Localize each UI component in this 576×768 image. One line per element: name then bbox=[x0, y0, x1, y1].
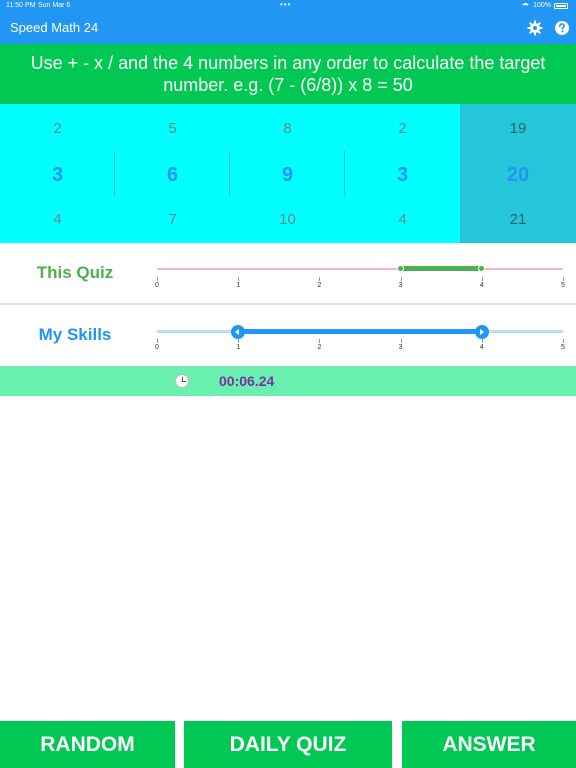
wheel-prev-value[interactable]: 5 bbox=[115, 120, 230, 137]
wheel-next-value[interactable]: 4 bbox=[0, 211, 115, 228]
this-quiz-row: This Quiz 0 1 2 3 4 5 bbox=[0, 243, 576, 305]
my-skills-range-fill bbox=[238, 329, 482, 334]
slider-tick-label: 3 bbox=[398, 282, 403, 289]
gear-icon[interactable] bbox=[527, 20, 543, 36]
number-wheel-1[interactable]: 2 3 4 bbox=[0, 104, 115, 243]
wifi-icon bbox=[521, 3, 531, 9]
status-right: 100% bbox=[521, 0, 568, 12]
slider-tick bbox=[563, 339, 564, 343]
wheel-next-value[interactable]: 7 bbox=[115, 211, 230, 228]
slider-tick bbox=[481, 339, 483, 343]
answer-button[interactable]: ANSWER bbox=[402, 721, 576, 768]
slider-tick bbox=[400, 339, 402, 343]
slider-tick-label: 5 bbox=[561, 282, 565, 289]
instruction-text: Use + - x / and the 4 numbers in any ord… bbox=[0, 44, 576, 104]
slider-tick-label: 1 bbox=[236, 344, 241, 351]
number-picker[interactable]: 2 3 4 5 6 7 8 9 10 2 3 4 19 20 21 bbox=[0, 104, 576, 243]
slider-tick-label: 3 bbox=[398, 344, 403, 351]
this-quiz-label: This Quiz bbox=[36, 263, 114, 282]
wheel-selected-value[interactable]: 9 bbox=[230, 164, 345, 187]
number-wheel-4[interactable]: 2 3 4 bbox=[345, 104, 460, 243]
my-skills-range-slider[interactable]: 0 1 2 3 4 5 bbox=[155, 325, 565, 351]
number-wheel-3[interactable]: 8 9 10 bbox=[230, 104, 345, 243]
my-skills-label: My Skills bbox=[38, 325, 112, 344]
my-skills-high-thumb[interactable] bbox=[474, 325, 489, 339]
slider-tick-label: 1 bbox=[236, 282, 241, 289]
target-next-value[interactable]: 21 bbox=[460, 211, 576, 228]
target-wheel[interactable]: 19 20 21 bbox=[460, 104, 576, 243]
status-time: 11:50 PM bbox=[6, 2, 36, 9]
slider-tick bbox=[319, 277, 321, 281]
slider-tick bbox=[319, 339, 321, 343]
slider-tick-label: 4 bbox=[479, 344, 484, 351]
daily-quiz-button[interactable]: DAILY QUIZ bbox=[184, 721, 392, 768]
random-button[interactable]: RANDOM bbox=[0, 721, 175, 768]
slider-tick bbox=[563, 277, 564, 281]
slider-tick bbox=[481, 277, 483, 281]
wheel-selected-value[interactable]: 6 bbox=[115, 164, 230, 187]
number-wheel-2[interactable]: 5 6 7 bbox=[115, 104, 230, 243]
wheel-selected-value[interactable]: 3 bbox=[345, 164, 460, 187]
slider-tick bbox=[400, 277, 402, 281]
slider-tick-label: 4 bbox=[479, 282, 484, 289]
this-quiz-high-thumb[interactable] bbox=[478, 265, 486, 272]
wheel-prev-value[interactable]: 2 bbox=[0, 120, 115, 137]
wheel-next-value[interactable]: 4 bbox=[345, 211, 460, 228]
slider-tick bbox=[238, 339, 240, 343]
slider-tick-label: 2 bbox=[317, 282, 322, 289]
wheel-next-value[interactable]: 10 bbox=[230, 211, 345, 228]
timer-value: 00:06.24 bbox=[219, 373, 275, 389]
target-prev-value[interactable]: 19 bbox=[460, 120, 576, 137]
slider-tick-label: 0 bbox=[155, 344, 159, 351]
this-quiz-range-slider[interactable]: 0 1 2 3 4 5 bbox=[155, 265, 565, 289]
slider-tick-label: 0 bbox=[155, 282, 159, 289]
this-quiz-range-fill bbox=[400, 266, 482, 271]
slider-tick-label: 2 bbox=[317, 344, 322, 351]
slider-tick bbox=[157, 277, 158, 281]
clock-icon bbox=[175, 374, 189, 388]
target-selected-value[interactable]: 20 bbox=[460, 164, 576, 187]
slider-tick bbox=[238, 277, 240, 281]
my-skills-low-thumb[interactable] bbox=[231, 325, 246, 339]
app-screen: 11:50 PM Sun Mar 6 ••• 100% Speed Math 2… bbox=[0, 0, 576, 768]
multitask-dots[interactable]: ••• bbox=[280, 0, 291, 11]
status-bar: 11:50 PM Sun Mar 6 ••• 100% bbox=[0, 0, 576, 12]
slider-tick bbox=[157, 339, 158, 343]
app-bar: Speed Math 24 bbox=[0, 12, 576, 44]
battery-percent: 100% bbox=[533, 2, 551, 9]
slider-tick-label: 5 bbox=[561, 344, 565, 351]
wheel-selected-value[interactable]: 3 bbox=[0, 164, 115, 187]
battery-icon bbox=[554, 3, 568, 9]
help-icon[interactable] bbox=[554, 20, 570, 36]
status-date: Sun Mar 6 bbox=[38, 2, 71, 9]
wheel-prev-value[interactable]: 2 bbox=[345, 120, 460, 137]
wheel-prev-value[interactable]: 8 bbox=[230, 120, 345, 137]
app-title: Speed Math 24 bbox=[10, 20, 99, 35]
my-skills-row: My Skills 0 1 2 3 4 5 bbox=[0, 305, 576, 367]
timer-bar: 00:06.24 bbox=[0, 366, 576, 396]
